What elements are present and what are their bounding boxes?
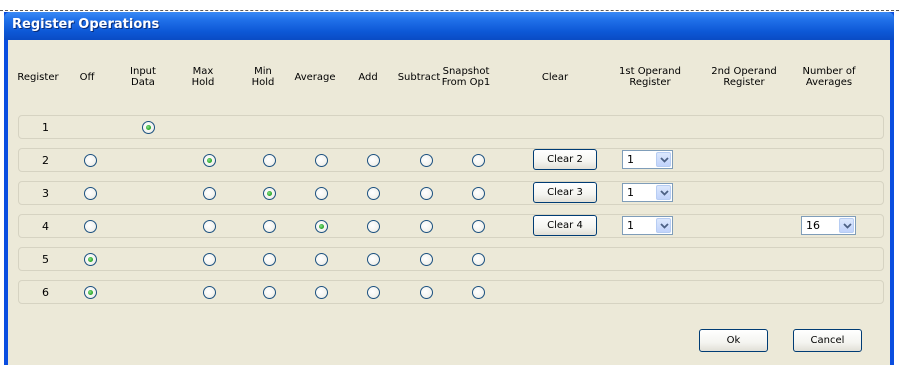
register-operations-dialog: Register Operations Register Off Input D… [4, 12, 894, 365]
radio-min-hold[interactable] [263, 187, 276, 200]
dialog-client-area: Register Off Input Data Max Hold Min Hol… [8, 40, 890, 365]
register-row-3: 3 Clear 3 1 [18, 181, 884, 205]
radio-max-hold[interactable] [203, 220, 216, 233]
register-row-2: 2 Clear 2 1 [18, 148, 884, 172]
radio-add[interactable] [367, 187, 380, 200]
radio-average[interactable] [315, 187, 328, 200]
cancel-button[interactable]: Cancel [793, 329, 862, 352]
clear-2-button[interactable]: Clear 2 [533, 149, 597, 170]
operand1-select[interactable]: 1 [622, 216, 673, 235]
dotted-separator [0, 10, 899, 11]
radio-off[interactable] [84, 286, 97, 299]
register-row-4: 4 Clear 4 1 16 [18, 214, 884, 238]
radio-snapshot[interactable] [472, 286, 485, 299]
chevron-down-icon[interactable] [839, 218, 854, 233]
title-bar[interactable]: Register Operations [4, 12, 894, 40]
number-of-averages-select[interactable]: 16 [801, 216, 856, 235]
operand1-select[interactable]: 1 [622, 183, 673, 202]
operand1-select[interactable]: 1 [622, 150, 673, 169]
chevron-down-icon[interactable] [656, 152, 671, 167]
ok-button[interactable]: Ok [699, 329, 768, 352]
radio-subtract[interactable] [420, 253, 433, 266]
header-clear: Clear [541, 72, 569, 83]
operand1-value: 1 [627, 219, 634, 232]
register-row-5: 5 [18, 247, 884, 271]
operand1-value: 1 [627, 153, 634, 166]
register-number: 3 [42, 187, 49, 200]
radio-max-hold[interactable] [203, 154, 216, 167]
header-snapshot: Snapshot From Op1 [441, 66, 491, 88]
radio-snapshot[interactable] [472, 154, 485, 167]
header-average: Average [294, 72, 336, 83]
radio-min-hold[interactable] [263, 220, 276, 233]
register-number: 2 [42, 154, 49, 167]
radio-off[interactable] [84, 187, 97, 200]
radio-min-hold[interactable] [263, 154, 276, 167]
radio-average[interactable] [315, 154, 328, 167]
header-off: Off [79, 72, 95, 83]
averages-value: 16 [806, 219, 820, 232]
radio-average[interactable] [315, 220, 328, 233]
radio-off[interactable] [84, 220, 97, 233]
radio-subtract[interactable] [420, 154, 433, 167]
clear-3-button[interactable]: Clear 3 [533, 182, 597, 203]
radio-subtract[interactable] [420, 187, 433, 200]
radio-snapshot[interactable] [472, 220, 485, 233]
chevron-down-icon[interactable] [656, 185, 671, 200]
radio-max-hold[interactable] [203, 286, 216, 299]
header-register: Register [17, 72, 59, 83]
register-number: 4 [42, 220, 49, 233]
header-add: Add [358, 72, 378, 83]
register-row-6: 6 [18, 280, 884, 304]
radio-off[interactable] [84, 253, 97, 266]
header-2nd-operand: 2nd Operand Register [711, 66, 777, 88]
radio-min-hold[interactable] [263, 253, 276, 266]
chevron-down-icon[interactable] [656, 218, 671, 233]
header-input-data: Input Data [130, 66, 156, 88]
header-max-hold: Max Hold [191, 66, 215, 88]
radio-snapshot[interactable] [472, 253, 485, 266]
radio-min-hold[interactable] [263, 286, 276, 299]
radio-subtract[interactable] [420, 286, 433, 299]
register-number: 6 [42, 286, 49, 299]
top-strip [0, 0, 899, 12]
radio-max-hold[interactable] [203, 253, 216, 266]
register-number: 5 [42, 253, 49, 266]
operand1-value: 1 [627, 186, 634, 199]
header-number-of-averages: Number of Averages [802, 66, 856, 88]
radio-add[interactable] [367, 286, 380, 299]
radio-off[interactable] [84, 154, 97, 167]
window-title: Register Operations [12, 17, 160, 32]
radio-max-hold[interactable] [203, 187, 216, 200]
radio-average[interactable] [315, 286, 328, 299]
clear-4-button[interactable]: Clear 4 [533, 215, 597, 236]
register-number: 1 [42, 121, 49, 134]
header-min-hold: Min Hold [251, 66, 275, 88]
radio-snapshot[interactable] [472, 187, 485, 200]
radio-add[interactable] [367, 154, 380, 167]
radio-average[interactable] [315, 253, 328, 266]
radio-input-data[interactable] [142, 121, 155, 134]
radio-subtract[interactable] [420, 220, 433, 233]
header-1st-operand: 1st Operand Register [619, 66, 681, 88]
register-row-1: 1 [18, 115, 884, 139]
radio-add[interactable] [367, 220, 380, 233]
radio-add[interactable] [367, 253, 380, 266]
